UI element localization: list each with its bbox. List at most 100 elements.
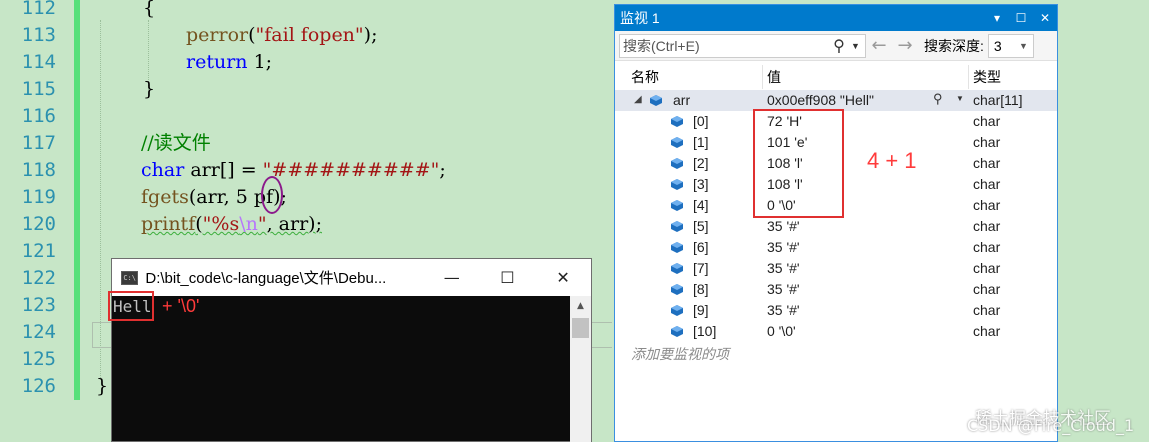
line-number: 125 (21, 348, 56, 370)
header-type[interactable]: 类型 (973, 67, 1001, 87)
watch-element-row[interactable]: [10] 0 '\0' char (615, 321, 1057, 342)
magnifier-icon[interactable]: ⚲ (933, 91, 943, 107)
add-watch-item-label: 添加要监视的项 (631, 346, 729, 362)
element-name: [5] (693, 218, 709, 234)
line-number: 113 (21, 24, 56, 46)
element-name: [3] (693, 176, 709, 192)
element-value[interactable]: 35 '#' (767, 260, 800, 276)
element-name: [6] (693, 239, 709, 255)
element-type: char (973, 155, 1001, 171)
code-line-117: //读文件 (141, 132, 211, 154)
maximize-icon[interactable]: ☐ (1009, 11, 1033, 25)
header-name[interactable]: 名称 (631, 67, 659, 87)
element-value[interactable]: 35 '#' (767, 218, 800, 234)
element-type: char (973, 197, 1001, 213)
change-indicator-bar (74, 0, 80, 400)
variable-icon (671, 137, 683, 148)
code-line-118: char arr[] = "##########"; (141, 159, 446, 181)
line-number: 126 (21, 375, 56, 397)
element-name: [8] (693, 281, 709, 297)
element-type: char (973, 134, 1001, 150)
console-titlebar[interactable]: C:\ D:\bit_code\c-language\文件\Debu... — … (112, 259, 591, 296)
header-value[interactable]: 值 (767, 67, 781, 87)
line-number: 116 (21, 105, 56, 127)
search-forward-icon[interactable]: → (892, 35, 918, 56)
null-terminator-annotation: + '\0' (162, 296, 200, 316)
element-name: [10] (693, 323, 717, 339)
collapse-arrow-icon[interactable]: ◢ (634, 94, 642, 105)
variable-icon (671, 158, 683, 169)
watch-column-headers: 名称 值 类型 (615, 65, 1057, 89)
watch-window[interactable]: 监视 1 ▾ ☐ ✕ 搜索(Ctrl+E) ⚲ ▼ ← → 搜索深度: 3 ▼ … (614, 4, 1058, 442)
variable-icon (671, 284, 683, 295)
watermark-bottom: CSDN @Fire_Cloud_1 (967, 416, 1135, 435)
close-icon[interactable]: ✕ (1033, 11, 1057, 25)
root-type: char[11] (973, 92, 1023, 108)
search-icon[interactable]: ⚲ (827, 36, 851, 56)
column-divider[interactable] (762, 65, 763, 89)
element-type: char (973, 281, 1001, 297)
variable-icon (671, 221, 683, 232)
maximize-button[interactable]: ☐ (480, 259, 536, 296)
line-number: 114 (21, 51, 56, 73)
element-type: char (973, 176, 1001, 192)
watch-root-row[interactable]: ◢ arr 0x00eff908 "Hell" ⚲ ▼ char[11] (615, 90, 1057, 111)
watch-element-row[interactable]: [7] 35 '#' char (615, 258, 1057, 279)
variable-icon (671, 326, 683, 337)
element-type: char (973, 113, 1001, 129)
element-name: [7] (693, 260, 709, 276)
root-value: 0x00eff908 "Hell" (767, 92, 874, 108)
variable-icon (671, 179, 683, 190)
search-options-dropdown-icon[interactable]: ▼ (851, 41, 865, 51)
code-line-126: } (96, 375, 109, 397)
line-number: 117 (21, 132, 56, 154)
line-number: 123 (21, 294, 56, 316)
watch-element-row[interactable]: [5] 35 '#' char (615, 216, 1057, 237)
value-highlight-box (753, 109, 844, 218)
output-highlight-box (108, 291, 154, 321)
line-number: 121 (21, 240, 56, 262)
window-position-dropdown-icon[interactable]: ▾ (985, 11, 1009, 25)
variable-icon (671, 305, 683, 316)
minimize-button[interactable]: — (424, 259, 480, 296)
watch-title: 监视 1 (620, 10, 660, 26)
element-type: char (973, 323, 1001, 339)
code-line-120: printf("%s\n", arr); (141, 213, 322, 235)
element-value[interactable]: 35 '#' (767, 302, 800, 318)
variable-icon (671, 200, 683, 211)
element-type: char (973, 302, 1001, 318)
visualizer-dropdown-icon[interactable]: ▼ (956, 94, 964, 103)
code-line-114: return 1; (186, 51, 273, 73)
element-type: char (973, 260, 1001, 276)
element-value[interactable]: 0 '\0' (767, 323, 796, 339)
watch-search-input[interactable]: 搜索(Ctrl+E) ⚲ ▼ (619, 33, 866, 58)
element-value[interactable]: 35 '#' (767, 239, 800, 255)
element-name: [1] (693, 134, 709, 150)
line-number: 115 (21, 78, 56, 100)
line-number: 122 (21, 267, 56, 289)
scroll-up-arrow-icon[interactable]: ▲ (570, 296, 591, 316)
console-app-icon: C:\ (121, 270, 139, 285)
variable-icon (650, 95, 662, 106)
search-depth-select[interactable]: 3 ▼ (987, 33, 1034, 58)
watch-element-row[interactable]: [9] 35 '#' char (615, 300, 1057, 321)
line-number: 119 (21, 186, 56, 208)
element-value[interactable]: 35 '#' (767, 281, 800, 297)
search-back-icon[interactable]: ← (866, 35, 892, 56)
element-name: [4] (693, 197, 709, 213)
variable-icon (671, 116, 683, 127)
search-placeholder: 搜索(Ctrl+E) (623, 37, 700, 54)
column-divider[interactable] (968, 65, 969, 89)
console-window[interactable]: C:\ D:\bit_code\c-language\文件\Debu... — … (108, 258, 592, 442)
chevron-down-icon: ▼ (1018, 40, 1028, 51)
code-line-112: { (143, 0, 156, 19)
watch-element-row[interactable]: [6] 35 '#' char (615, 237, 1057, 258)
element-type: char (973, 239, 1001, 255)
close-button[interactable]: ✕ (535, 259, 591, 296)
watch-element-row[interactable]: [8] 35 '#' char (615, 279, 1057, 300)
watch-titlebar[interactable]: 监视 1 ▾ ☐ ✕ (615, 5, 1057, 31)
search-depth-value: 3 (993, 37, 1002, 54)
add-watch-item[interactable]: 添加要监视的项 (615, 342, 1057, 363)
console-scrollbar[interactable]: ▲ (570, 296, 591, 442)
scrollbar-thumb[interactable] (572, 318, 589, 338)
